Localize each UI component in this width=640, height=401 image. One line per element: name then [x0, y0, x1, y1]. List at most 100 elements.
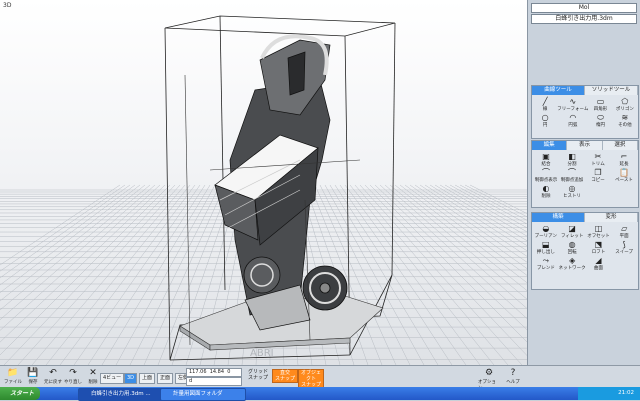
- tool-label: 曲面: [593, 266, 603, 271]
- tool-trim-button[interactable]: ✂ トリム: [585, 152, 611, 167]
- tool-revolve-button[interactable]: ◍ 回転: [559, 240, 586, 255]
- tab-panel2-2[interactable]: 選択: [602, 141, 638, 150]
- clock: 21:02: [618, 390, 634, 396]
- folder-icon: 📁: [7, 368, 19, 378]
- filename-display: 白蜂引き出力用.3dm: [531, 14, 637, 24]
- tool-delete-button[interactable]: ◐ 削除: [533, 184, 559, 199]
- tool-fillet-solid-button[interactable]: ◪ フィレット: [559, 224, 586, 239]
- tab-panel1-1[interactable]: ソリッドツール: [585, 86, 638, 95]
- ellipse-icon: ⬭: [597, 113, 604, 122]
- tool-copy-button[interactable]: ❐ コピー: [585, 168, 611, 183]
- tool-separate-button[interactable]: ◧ 分割: [559, 152, 585, 167]
- tool-label: その他: [618, 123, 632, 128]
- tool-blend-button[interactable]: ⤳ ブレンド: [533, 256, 559, 271]
- tab-panel2-1[interactable]: 表示: [567, 141, 603, 150]
- folder-button[interactable]: 📁 ファイル: [2, 367, 24, 387]
- tool-circle-button[interactable]: ○ 円: [533, 113, 557, 128]
- tab-panel3-1[interactable]: 変形: [585, 213, 638, 222]
- tool-paste-button[interactable]: 📋 ペースト: [611, 168, 637, 183]
- tab-panel1-0[interactable]: 曲線ツール: [532, 86, 585, 95]
- coord-y: 14.84: [209, 369, 225, 375]
- tool-label: ブレンド: [536, 266, 555, 271]
- coord-x: 117.06: [189, 369, 207, 375]
- copy-icon: ❐: [594, 168, 602, 177]
- tool-control-points-add-button[interactable]: ⌒ 制御点追加: [559, 168, 585, 183]
- tool-line-button[interactable]: ╱ 線: [533, 97, 557, 112]
- tool-polygon-button[interactable]: ⬠ ポリゴン: [613, 97, 637, 112]
- tool-loft-button[interactable]: ⬔ ロフト: [586, 240, 612, 255]
- tool-label: 削除: [541, 194, 551, 199]
- tool-label: スイープ: [615, 250, 634, 255]
- tool-boolean-button[interactable]: ◒ ブーリアン: [533, 224, 559, 239]
- tool-join-button[interactable]: ▣ 結合: [533, 152, 559, 167]
- tool-label: 平面: [619, 234, 629, 239]
- view-button-1[interactable]: 3D: [124, 373, 138, 384]
- tool-label: ペースト: [615, 178, 633, 183]
- save-icon: 💾: [27, 368, 39, 378]
- tool-rectangle-button[interactable]: ▭ 四角形: [588, 97, 612, 112]
- tab-panel2-0[interactable]: 編集: [532, 141, 568, 150]
- view-button-0[interactable]: 4ビュー: [100, 373, 125, 384]
- control-points-add-icon: ⌒: [568, 168, 576, 177]
- taskbar-task-moi[interactable]: 白蜂引き出力用.3dm ...: [78, 388, 164, 401]
- tool-label: コピー: [591, 178, 605, 183]
- rectangle-icon: ▭: [596, 97, 605, 106]
- tool-sweep-button[interactable]: ⟆ スイープ: [611, 240, 637, 255]
- snap-toggle-1[interactable]: 直交 スナップ: [272, 369, 298, 383]
- tool-label: 四角形: [593, 107, 608, 112]
- network-icon: ◈: [569, 256, 576, 265]
- view-button-3[interactable]: 正面: [157, 373, 174, 384]
- tool-label: 円弧: [568, 123, 578, 128]
- save-button[interactable]: 💾 保存: [22, 367, 44, 387]
- gear-icon: ⚙: [484, 368, 494, 378]
- tool-label: 円: [542, 123, 548, 128]
- tool-freeform-button[interactable]: ∿ フリーフォーム: [557, 97, 588, 112]
- tool-control-points-on-button[interactable]: ⌒ 制御点表示: [533, 168, 559, 183]
- distance-field[interactable]: d: [186, 377, 242, 386]
- tool-label: 結合: [541, 162, 551, 167]
- taskbar-task-folder[interactable]: 計量用図面フォルダ: [160, 388, 246, 401]
- redo-button[interactable]: ↷ やり直し: [62, 367, 84, 387]
- tool-ellipse-button[interactable]: ⬭ 楕円: [588, 113, 612, 128]
- loft-icon: ⬔: [594, 240, 603, 249]
- construct-tools-panel: 構築 変形 ◒ ブーリアン ◪ フィレット ◫ オフセット ▱ 平面 ⬓ 押し出し ◍ 回転 ⬔ ロフト ⟆ ス…: [531, 212, 639, 290]
- tool-other-button[interactable]: ≋ その他: [613, 113, 637, 128]
- tool-label: 延長: [619, 162, 629, 167]
- control-points-on-icon: ⌒: [542, 168, 550, 177]
- tool-label: 線: [542, 107, 548, 112]
- tool-network-button[interactable]: ◈ ネットワーク: [559, 256, 586, 271]
- view-button-2[interactable]: 上面: [139, 373, 156, 384]
- tool-plane-button[interactable]: ▱ 平面: [611, 224, 637, 239]
- blend-icon: ⤳: [542, 256, 550, 265]
- tool-label: トリム: [591, 162, 605, 167]
- system-tray: 21:02: [578, 387, 640, 400]
- coord-readout: 117.06 14.84 0: [186, 368, 242, 377]
- revolve-icon: ◍: [568, 240, 576, 249]
- tool-fillet-button[interactable]: ⌐ 延長: [611, 152, 637, 167]
- tool-arc-button[interactable]: ◠ 円弧: [557, 113, 588, 128]
- tool-label: ロフト: [591, 250, 606, 255]
- 3d-viewport[interactable]: 3D ABRI: [0, 0, 527, 365]
- windows-taskbar: スタート 白蜂引き出力用.3dm ... 計量用図面フォルダ 21:02: [0, 387, 640, 401]
- snap-toggle-0[interactable]: グリッド スナップ: [246, 369, 270, 381]
- undo-button[interactable]: ↶ 元に戻す: [42, 367, 64, 387]
- options-button[interactable]: ⚙オプション: [478, 367, 500, 391]
- other-icon: ≋: [621, 113, 629, 122]
- tool-offset-button[interactable]: ◫ オフセット: [586, 224, 612, 239]
- fillet-solid-icon: ◪: [568, 224, 576, 233]
- tool-extrude-button[interactable]: ⬓ 押し出し: [533, 240, 559, 255]
- tab-panel3-0[interactable]: 構築: [532, 213, 585, 222]
- tool-label: 制御点追加: [560, 178, 584, 183]
- button-label: ファイル: [4, 380, 22, 385]
- snap-toggle-2[interactable]: オブジェクト スナップ: [298, 369, 324, 389]
- start-button[interactable]: スタート: [0, 387, 40, 400]
- help-button[interactable]: ? ヘルプ: [502, 367, 524, 387]
- tool-edge-button[interactable]: ◢ 曲面: [586, 256, 612, 271]
- tool-history-button[interactable]: ◎ ヒストリ: [559, 184, 585, 199]
- fillet-icon: ⌐: [620, 152, 628, 161]
- name-field[interactable]: Mol: [531, 3, 637, 13]
- button-label: 保存: [28, 380, 38, 385]
- tool-label: オフセット: [587, 234, 610, 239]
- coord-z: 0: [227, 369, 231, 375]
- undo-icon: ↶: [49, 368, 57, 378]
